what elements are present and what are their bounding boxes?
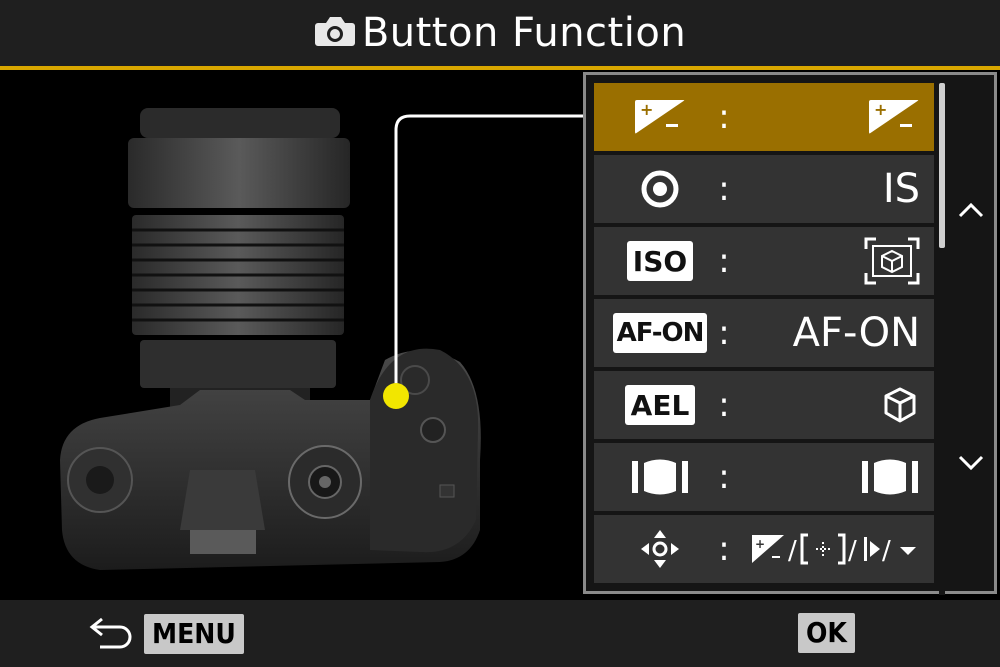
ok-key-label: OK	[798, 613, 855, 653]
svg-text:/: /	[788, 536, 797, 566]
footer-bar: MENU OK	[0, 600, 1000, 667]
row-colon: :	[718, 385, 730, 425]
af-on-button-icon: AF-ON	[612, 309, 708, 357]
row-colon: :	[718, 313, 730, 353]
row-value-text: IS	[882, 166, 920, 212]
main-area: + : +: IS ISO: AF-ON: AF-ON AEL:::…	[0, 70, 1000, 600]
row-value-text: AF-ON	[792, 310, 920, 356]
row-colon: :	[718, 169, 730, 209]
svg-text:+: +	[640, 100, 653, 119]
camera-illustration	[40, 100, 500, 600]
button-row-iso[interactable]: ISO :	[594, 227, 934, 295]
exposure-compensation-icon: +	[868, 83, 920, 151]
menu-key-label: MENU	[144, 614, 244, 654]
preview-icon	[860, 443, 920, 511]
multi-selector-icon	[612, 525, 708, 573]
button-row-exposure-compensation[interactable]: + : +	[594, 83, 934, 151]
circle-button-icon	[612, 165, 708, 213]
button-row-af-on[interactable]: AF-ON : AF-ON	[594, 299, 934, 367]
exposure-compensation-icon: +	[612, 93, 708, 141]
af-on-button-label: AF-ON	[612, 313, 708, 353]
svg-text:/: /	[848, 536, 857, 566]
camera-icon	[314, 15, 356, 51]
ael-button-label: AEL	[624, 385, 696, 425]
button-row-ael[interactable]: AEL :	[594, 371, 934, 439]
back-arrow-icon	[88, 613, 134, 655]
button-row-multi-selector[interactable]: : + / / /	[594, 515, 934, 583]
ok-button[interactable]: OK	[798, 613, 855, 655]
svg-text:+: +	[755, 537, 765, 551]
cube-icon	[880, 371, 920, 439]
subject-detection-frame-icon	[864, 227, 920, 295]
button-row-preview[interactable]: :	[594, 443, 934, 511]
page-title-text: Button Function	[361, 10, 687, 56]
header-bar: Button Function	[0, 0, 1000, 66]
preview-button-icon	[612, 453, 708, 501]
row-colon: :	[718, 97, 730, 137]
scroll-up-icon[interactable]	[956, 200, 986, 220]
row-colon: :	[718, 529, 730, 569]
row-colon: :	[718, 241, 730, 281]
back-menu-button[interactable]: MENU	[88, 613, 244, 655]
scroll-down-icon[interactable]	[956, 453, 986, 473]
button-row-circle[interactable]: : IS	[594, 155, 934, 223]
iso-button-icon: ISO	[612, 237, 708, 285]
svg-text:/: /	[882, 536, 891, 566]
button-list: + : +: IS ISO: AF-ON: AF-ON AEL:::…	[594, 83, 934, 587]
row-colon: :	[718, 457, 730, 497]
iso-button-label: ISO	[626, 241, 694, 281]
page-title: Button Function	[0, 0, 1000, 66]
button-assignment-panel: + : +: IS ISO: AF-ON: AF-ON AEL:::…	[583, 72, 997, 595]
scrollbar-thumb[interactable]	[939, 83, 945, 248]
svg-text:+: +	[874, 100, 887, 119]
ael-button-icon: AEL	[612, 381, 708, 429]
exposure-af-area-combo-icon: + / / /	[750, 515, 920, 583]
